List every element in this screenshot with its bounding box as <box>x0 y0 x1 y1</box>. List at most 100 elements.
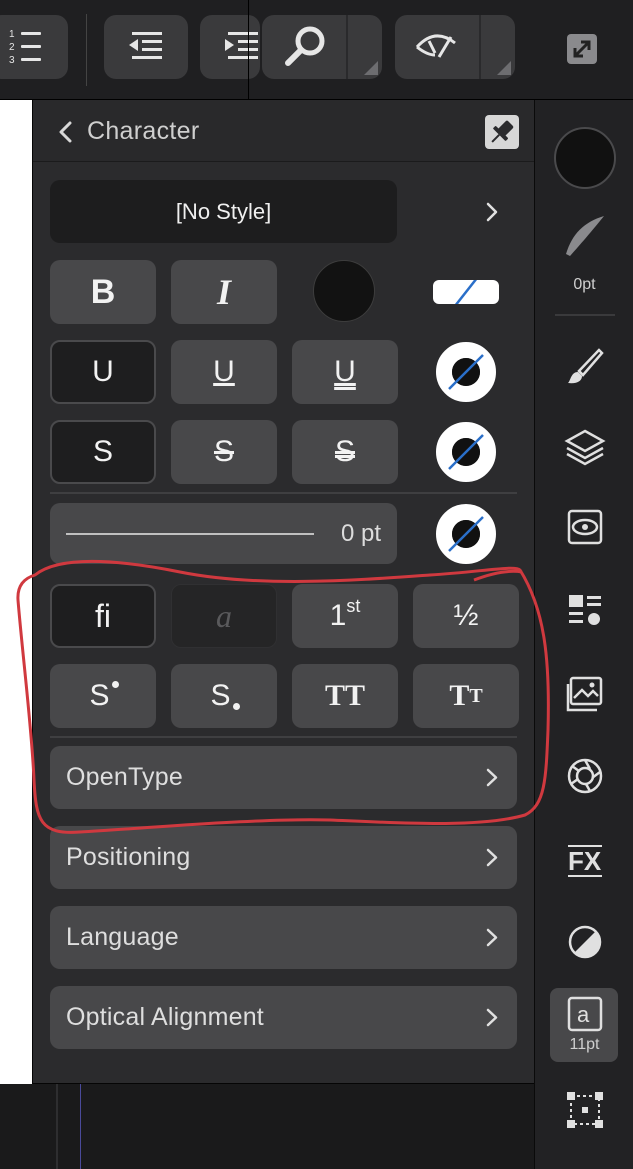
layers-studio-button[interactable] <box>535 427 633 467</box>
fullscreen-icon[interactable] <box>566 33 600 67</box>
pin-button[interactable] <box>485 115 519 149</box>
adjustments-studio-button[interactable] <box>535 922 633 962</box>
italic-button[interactable]: I <box>171 260 277 324</box>
ordinals-glyph: 1st <box>292 584 398 648</box>
underline-double-button[interactable]: U <box>292 340 398 404</box>
appearance-icon <box>567 509 602 545</box>
underline-color-ring-icon[interactable] <box>435 341 497 403</box>
section-label: Positioning <box>66 843 191 871</box>
ligatures-button[interactable]: fi <box>50 584 156 648</box>
stroke-style-button[interactable] <box>535 212 633 258</box>
transform-studio-button[interactable] <box>535 1090 633 1130</box>
zoom-button[interactable] <box>262 15 382 79</box>
numbered-list-button[interactable]: 1 2 3 <box>0 15 68 79</box>
fractions-button[interactable]: ½ <box>413 584 519 648</box>
section-opentype[interactable]: OpenType <box>50 746 517 809</box>
stroke-width-label: 0pt <box>573 276 596 293</box>
superscript-button[interactable]: S <box>50 664 156 728</box>
section-label: OpenType <box>66 763 183 791</box>
ordinal-suffix: st <box>346 595 361 616</box>
svg-text:2: 2 <box>9 42 15 53</box>
outline-color-ring-icon[interactable] <box>435 503 497 565</box>
section-optical-alignment[interactable]: Optical Alignment <box>50 986 517 1049</box>
decrease-indent-icon <box>129 32 162 59</box>
character-icon: a <box>567 996 602 1032</box>
fill-color-well[interactable] <box>535 125 633 191</box>
font-size-label: 11pt <box>569 1036 600 1053</box>
strikethrough-single-glyph: S <box>213 435 234 468</box>
studio-separator <box>555 314 615 316</box>
increase-indent-icon <box>225 32 258 59</box>
superscript-letter: S <box>89 679 110 712</box>
small-caps-small-letter: T <box>469 684 483 707</box>
underline-single-glyph: U <box>213 355 235 388</box>
outline-stroke-width-field[interactable]: 0 pt <box>50 503 397 564</box>
subscript-letter: S <box>210 679 231 712</box>
fill-color-swatch <box>553 127 616 189</box>
transform-icon <box>566 1092 603 1128</box>
subscript-glyph: S <box>171 664 277 728</box>
subscript-dot <box>232 702 240 710</box>
fractions-glyph: ½ <box>453 599 479 632</box>
svg-text:FX: FX <box>568 846 602 876</box>
bold-button[interactable]: B <box>50 260 156 324</box>
small-caps-big-letter: T <box>449 679 470 712</box>
underline-none-glyph: U <box>92 355 114 388</box>
style-chevron-icon[interactable] <box>484 201 500 223</box>
section-positioning[interactable]: Positioning <box>50 826 517 889</box>
underline-single-button[interactable]: U <box>171 340 277 404</box>
view-mode-icon <box>415 34 456 58</box>
swash-button[interactable]: a <box>171 584 277 648</box>
brush-icon <box>567 348 604 384</box>
panel-title: Character <box>87 117 200 145</box>
appearance-studio-button[interactable] <box>535 507 633 547</box>
svg-text:a: a <box>577 1002 590 1027</box>
underline-none-button[interactable]: U <box>50 340 156 404</box>
highlight-color-swatch[interactable] <box>433 280 499 304</box>
strikethrough-color-ring-icon[interactable] <box>435 421 497 483</box>
stroke-width-value: 0 pt <box>340 520 381 547</box>
italic-glyph: I <box>216 272 231 312</box>
strikethrough-double-button[interactable]: S <box>292 420 398 484</box>
section-label: Optical Alignment <box>66 1003 264 1031</box>
text-style-selector[interactable]: [No Style] <box>50 180 397 243</box>
guide-line <box>80 1084 81 1169</box>
back-chevron-icon[interactable] <box>55 119 77 145</box>
strikethrough-none-button[interactable]: S <box>50 420 156 484</box>
adjustment-icon <box>568 925 601 959</box>
all-caps-button[interactable]: TT <box>292 664 398 728</box>
bold-glyph: B <box>90 272 116 311</box>
strikethrough-double-glyph: S <box>334 435 355 468</box>
top-toolbar: 1 2 3 <box>0 0 633 100</box>
text-styles-studio-button[interactable] <box>535 590 633 630</box>
color-studio-button[interactable] <box>535 756 633 796</box>
increase-indent-button[interactable] <box>200 15 260 79</box>
fx-studio-button[interactable]: FX <box>535 840 633 880</box>
chevron-right-icon <box>486 1008 498 1027</box>
no-color-slash-icon <box>454 280 478 304</box>
section-language[interactable]: Language <box>50 906 517 969</box>
superscript-glyph: S <box>50 664 156 728</box>
svg-text:3: 3 <box>9 55 15 66</box>
stock-studio-button[interactable] <box>535 674 633 714</box>
fx-icon: FX <box>567 845 602 877</box>
panel-header: Character <box>33 100 535 162</box>
brush-stroke-icon <box>565 216 604 256</box>
character-studio-icon-wrap: a <box>535 996 633 1032</box>
ordinals-button[interactable]: 1st <box>292 584 398 648</box>
strikethrough-single-button[interactable]: S <box>171 420 277 484</box>
superscript-dot <box>111 680 119 688</box>
small-caps-button[interactable]: TT <box>413 664 519 728</box>
brushes-studio-button[interactable] <box>535 347 633 387</box>
view-mode-button[interactable] <box>395 15 515 79</box>
subscript-button[interactable]: S <box>171 664 277 728</box>
panel-divider <box>50 736 517 738</box>
pin-icon <box>491 120 514 143</box>
decrease-indent-button[interactable] <box>104 15 188 79</box>
numbered-list-icon: 1 2 3 <box>9 29 41 66</box>
swash-glyph: a <box>216 597 232 634</box>
stroke-slider-line[interactable] <box>66 533 314 535</box>
text-styles-icon <box>568 595 601 625</box>
stock-icon <box>566 676 602 712</box>
text-fill-color-swatch[interactable] <box>313 260 375 322</box>
